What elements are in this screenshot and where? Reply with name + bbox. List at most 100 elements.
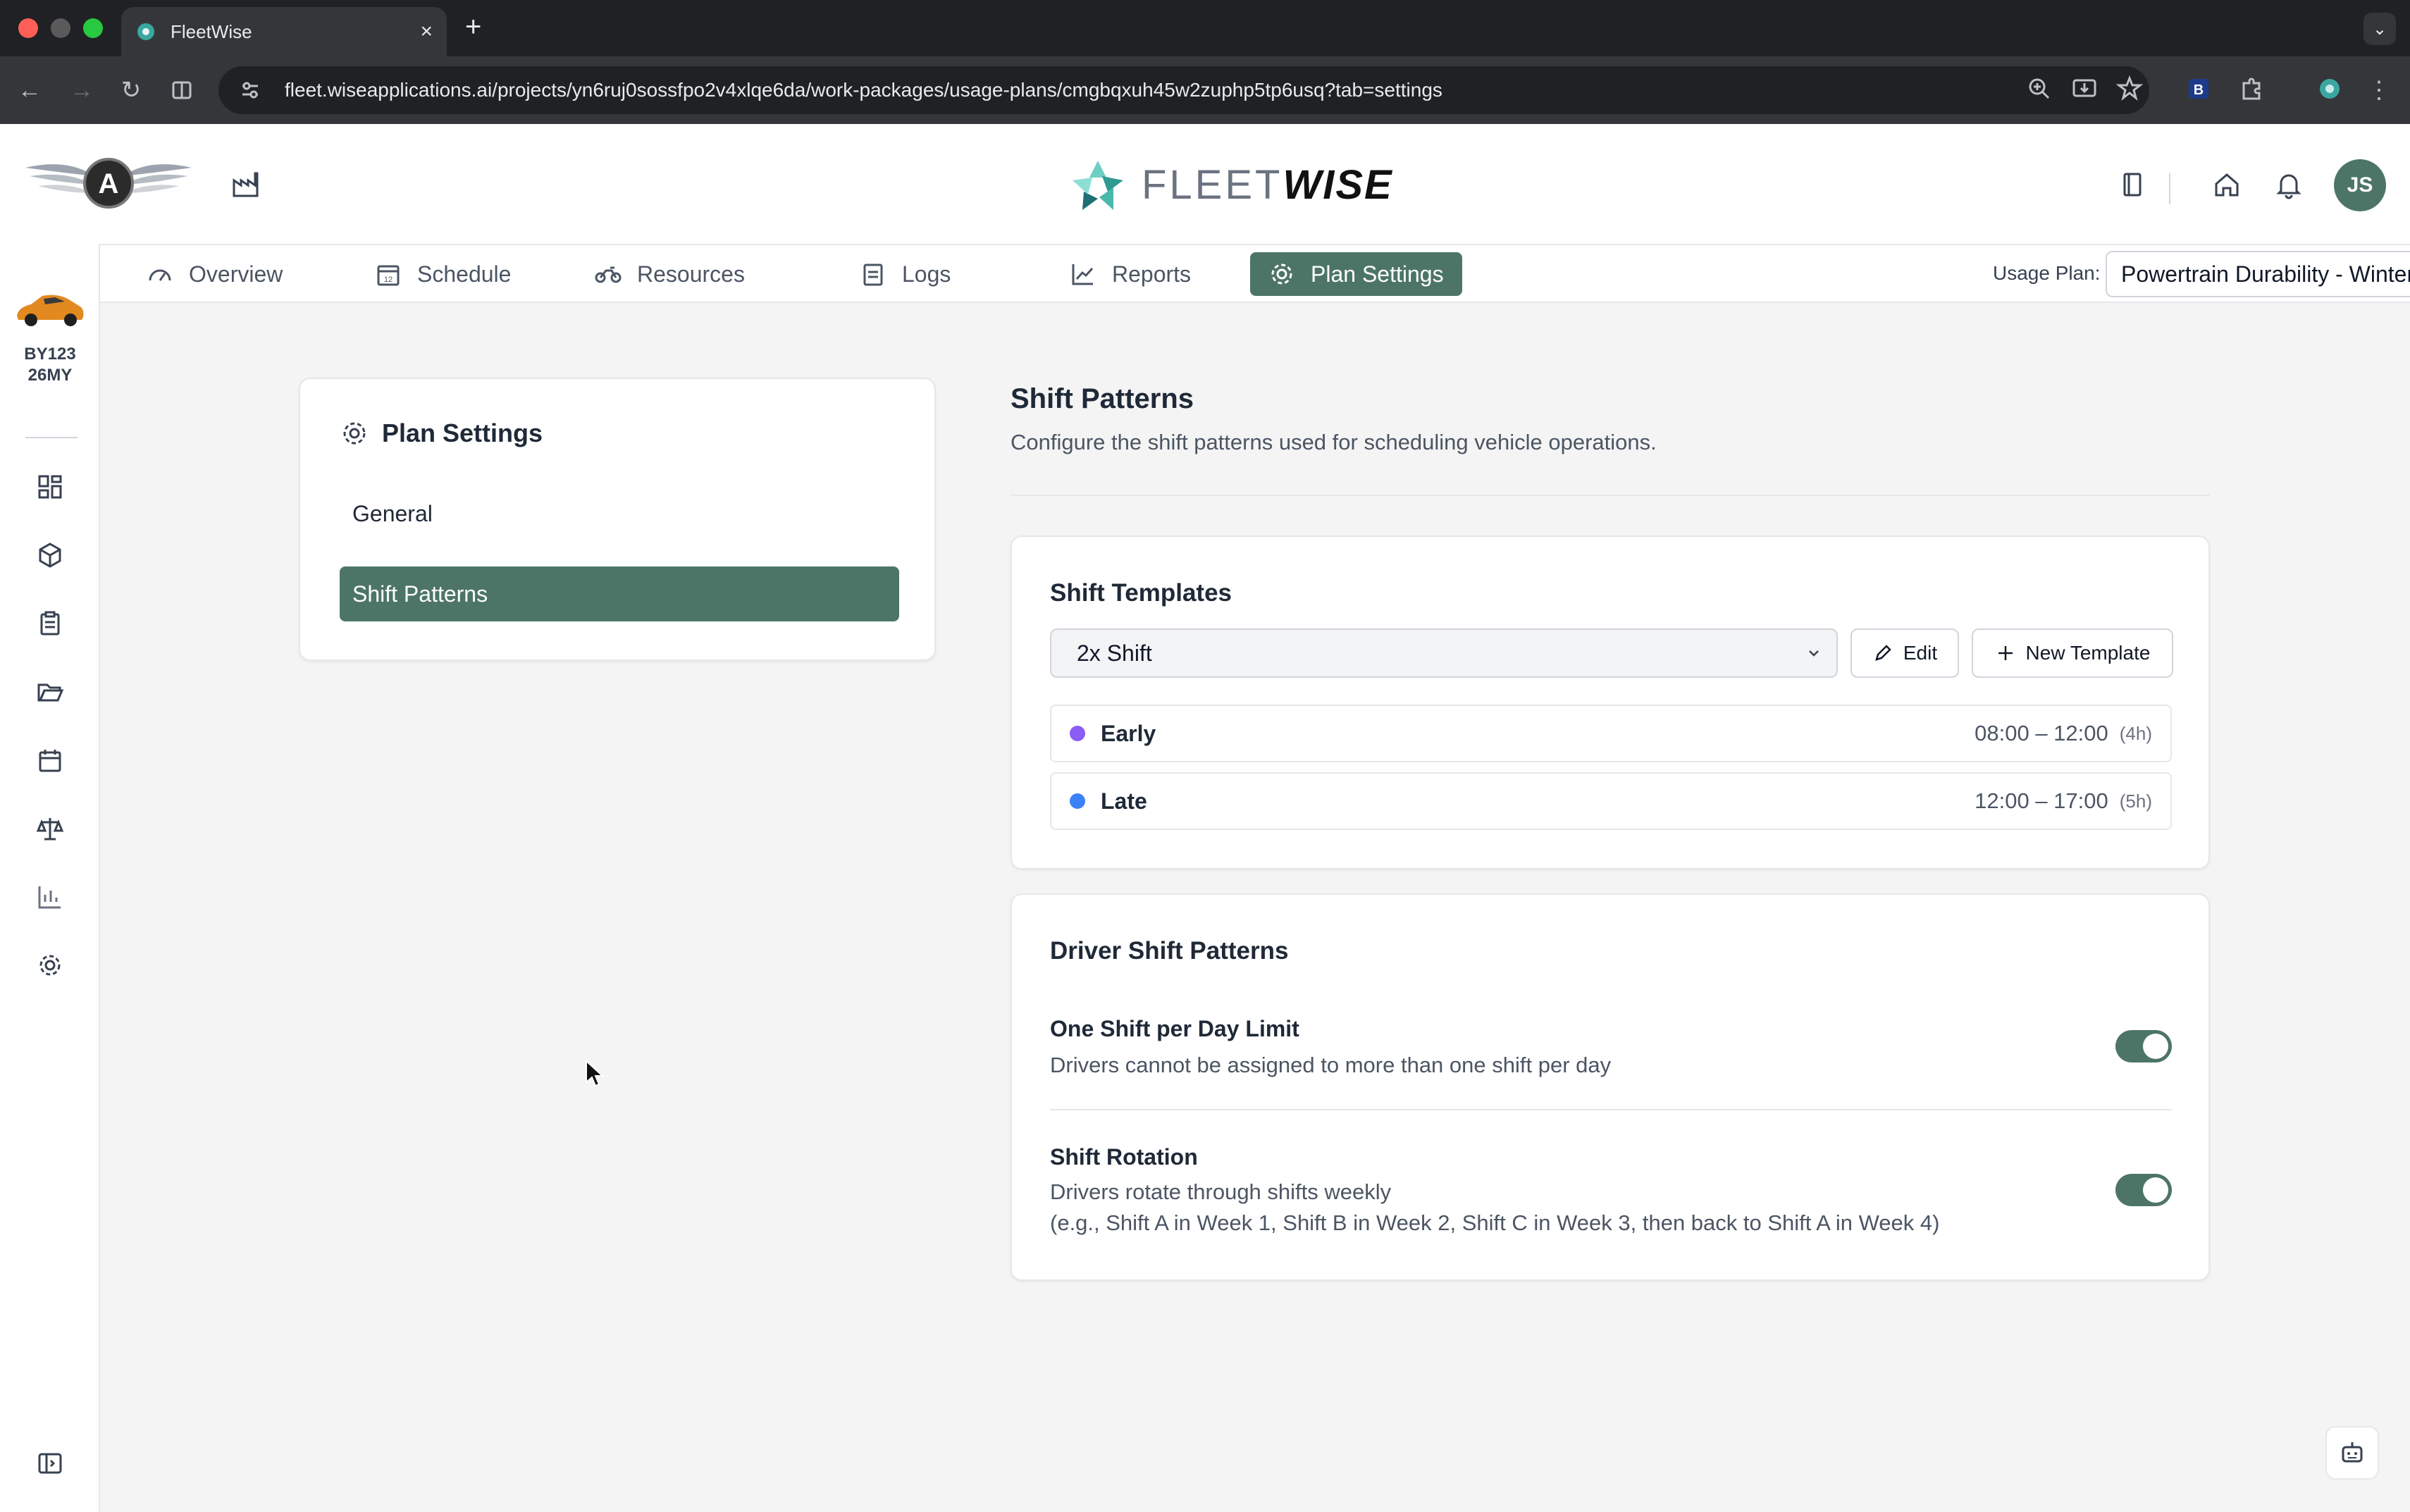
shift-templates-card: Shift Templates 2x Shift Edit New Templa… — [1011, 535, 2210, 869]
install-app-icon[interactable] — [2070, 75, 2099, 103]
back-icon[interactable]: ← — [14, 75, 45, 106]
chevron-down-icon — [1809, 650, 1819, 657]
header-divider — [2169, 173, 2170, 204]
extension-icon[interactable]: B — [2185, 75, 2213, 103]
folder-open-icon[interactable] — [35, 677, 65, 707]
plan-tabs: Overview 12 Schedule Resources Logs Repo… — [100, 244, 2410, 303]
mouse-cursor-icon — [586, 1060, 605, 1087]
edit-template-button[interactable]: Edit — [1850, 628, 1959, 678]
tab-plan-settings-label: Plan Settings — [1311, 261, 1444, 287]
tab-schedule[interactable]: 12 Schedule — [357, 252, 529, 296]
svg-text:B: B — [2194, 82, 2204, 98]
shift-duration: (4h) — [2119, 722, 2152, 744]
tab-overview-label: Overview — [189, 261, 283, 287]
new-template-button[interactable]: New Template — [1972, 628, 2173, 678]
factory-icon[interactable] — [230, 169, 261, 200]
maximize-window-button[interactable] — [83, 18, 103, 38]
tab-search-button[interactable]: ⌄ — [2363, 13, 2396, 45]
vehicle-model-year: 26MY — [27, 366, 73, 385]
bookmark-book-icon[interactable] — [2117, 169, 2148, 200]
tab-reports[interactable]: Reports — [1051, 252, 1209, 296]
shift-templates-title: Shift Templates — [1050, 579, 1232, 607]
home-icon[interactable] — [2211, 169, 2242, 200]
package-icon[interactable] — [35, 540, 65, 570]
template-select[interactable]: 2x Shift — [1050, 628, 1838, 678]
vehicle-label: BY123 26MY — [0, 344, 100, 386]
bell-icon[interactable] — [2273, 169, 2304, 200]
wordmark-light: FLEET — [1142, 162, 1283, 208]
tab-reports-label: Reports — [1112, 261, 1192, 287]
settings-sidebar-title-text: Plan Settings — [382, 419, 543, 447]
tab-logs-label: Logs — [902, 261, 951, 287]
close-tab-icon[interactable]: × — [420, 20, 433, 44]
fleetwise-wordmark: FLEETWISE — [1142, 161, 1393, 210]
rail-separator — [25, 437, 78, 438]
shift-time: 12:00 – 17:00 — [1975, 788, 2108, 813]
trend-icon — [1072, 264, 1094, 285]
clipboard-icon — [863, 264, 883, 286]
reload-icon[interactable]: ↻ — [116, 75, 147, 106]
plus-icon — [1998, 646, 2013, 660]
pencil-icon — [1875, 645, 1891, 661]
tab-resources[interactable]: Resources — [576, 252, 763, 296]
calendar-icon[interactable] — [35, 745, 65, 775]
clipboard-list-icon[interactable] — [35, 609, 65, 638]
sidebar-item-label: General — [352, 500, 433, 526]
sidebar-item-shift-patterns[interactable]: Shift Patterns — [340, 566, 899, 621]
profile-icon[interactable] — [2316, 75, 2344, 103]
svg-text:12: 12 — [384, 275, 393, 284]
fleetwise-favicon-icon — [137, 23, 154, 40]
usage-plan-select[interactable]: Powertrain Durability - Winter — [2106, 251, 2410, 297]
bookmark-star-icon[interactable] — [2115, 75, 2144, 103]
svg-text:A: A — [99, 168, 119, 199]
minimize-window-button[interactable] — [51, 18, 70, 38]
page-title: Shift Patterns — [1011, 383, 1194, 414]
shift-rotation-toggle[interactable] — [2115, 1174, 2172, 1206]
shift-name: Late — [1101, 788, 1147, 814]
gear-icon — [343, 422, 366, 445]
option-example: (e.g., Shift A in Week 1, Shift B in Wee… — [1050, 1210, 1940, 1235]
edit-template-label: Edit — [1903, 642, 1938, 664]
shift-row-early: Early 08:00 – 12:00 (4h) — [1050, 705, 2172, 762]
settings-sidebar: Plan Settings General Shift Patterns — [299, 378, 936, 661]
driver-patterns-title: Driver Shift Patterns — [1050, 937, 1289, 965]
vehicle-id: BY123 — [24, 345, 76, 364]
left-rail: BY123 26MY — [0, 244, 100, 1512]
new-tab-button[interactable]: + — [465, 13, 481, 41]
site-settings-icon[interactable] — [240, 80, 261, 101]
browser-tab-title: FleetWise — [171, 20, 252, 42]
app-header: A FLEETWISE JS — [0, 124, 2410, 244]
tab-overview[interactable]: Overview — [128, 252, 301, 296]
tab-logs[interactable]: Logs — [841, 252, 969, 296]
forward-icon[interactable]: → — [66, 75, 97, 106]
company-wings-logo[interactable]: A — [25, 152, 192, 216]
settings-gear-icon[interactable] — [35, 950, 65, 980]
bot-icon — [2342, 1442, 2363, 1463]
sidebar-item-general[interactable]: General — [340, 486, 899, 541]
browser-menu-icon[interactable]: ⋮ — [2363, 75, 2394, 106]
gauge-icon — [149, 269, 171, 281]
option-description: Drivers rotate through shifts weekly — [1050, 1179, 1392, 1204]
shift-name: Early — [1101, 720, 1156, 746]
extensions-puzzle-icon[interactable] — [2238, 75, 2266, 103]
tab-schedule-label: Schedule — [417, 261, 512, 287]
calendar-icon: 12 — [377, 265, 400, 286]
option-divider — [1050, 1109, 2172, 1110]
dashboard-grid-icon[interactable] — [35, 472, 65, 502]
bar-chart-icon[interactable] — [35, 882, 65, 912]
browser-toolbar: ← → ↻ fleet.wiseapplications.ai/projects… — [0, 56, 2410, 124]
tab-plan-settings[interactable]: Plan Settings — [1250, 252, 1462, 296]
split-view-icon[interactable] — [166, 75, 197, 106]
address-bar[interactable]: fleet.wiseapplications.ai/projects/yn6ru… — [218, 66, 2149, 114]
zoom-icon[interactable] — [2025, 75, 2053, 103]
assistant-bot-button[interactable] — [2325, 1426, 2379, 1480]
one-shift-per-day-toggle[interactable] — [2115, 1030, 2172, 1062]
scales-icon[interactable] — [35, 814, 65, 843]
fleetwise-logo-icon — [1073, 161, 1123, 210]
sidebar-toggle-icon[interactable] — [35, 1449, 65, 1478]
user-avatar[interactable]: JS — [2334, 159, 2386, 211]
browser-tab[interactable]: FleetWise × — [121, 7, 447, 56]
close-window-button[interactable] — [18, 18, 38, 38]
shift-time: 08:00 – 12:00 — [1975, 721, 2108, 745]
shift-duration: (5h) — [2119, 790, 2152, 812]
